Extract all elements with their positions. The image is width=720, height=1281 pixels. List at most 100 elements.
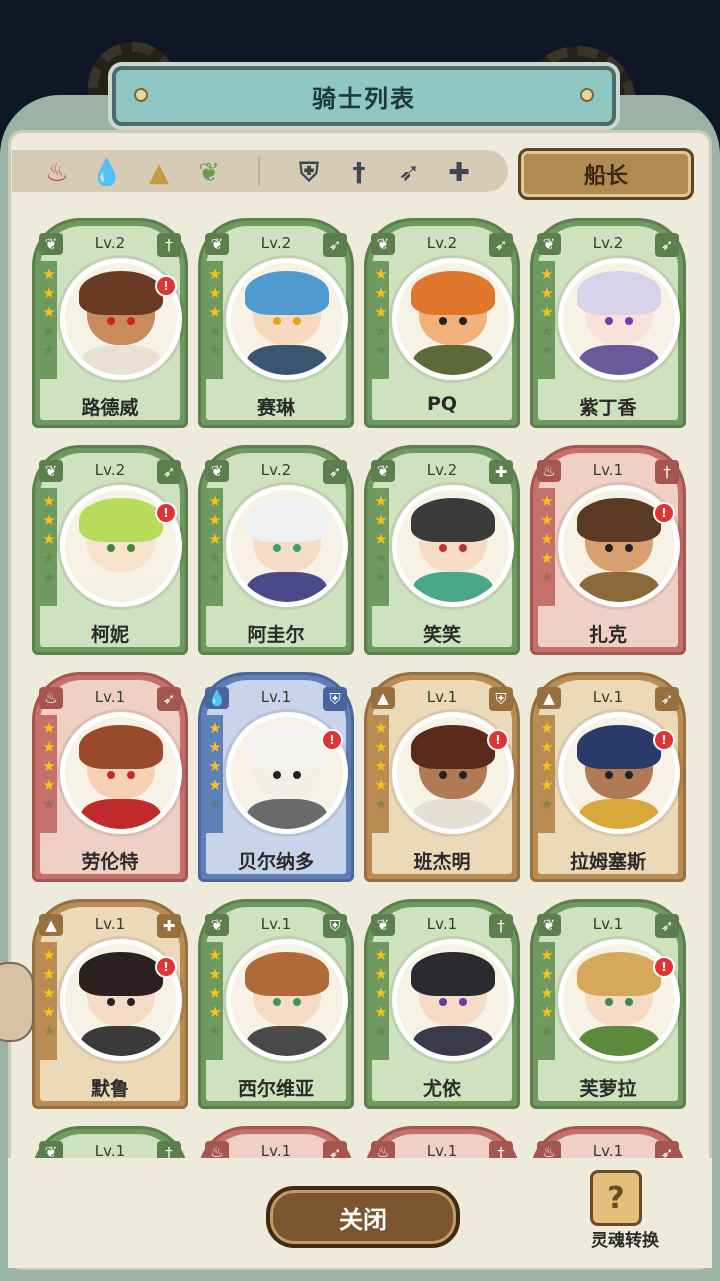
- knight-card[interactable]: ❦ Lv.1 ➶ ★ ★ ★ ★ ★! 芙萝拉: [530, 899, 686, 1109]
- portrait-body: [579, 345, 659, 375]
- portrait-hair: [577, 271, 661, 315]
- knight-card[interactable]: ♨ Lv.1 † ★ ★ ★ ★ ★! 扎克: [530, 445, 686, 655]
- knight-card[interactable]: ▲ Lv.1 ➶ ★ ★ ★ ★ ★! 拉姆塞斯: [530, 672, 686, 882]
- rivet-icon: [580, 88, 594, 102]
- knight-name: 紫丁香: [579, 397, 637, 419]
- filter-leaf-icon[interactable]: ❦: [192, 156, 226, 190]
- star-rating: ★ ★ ★ ★ ★: [539, 719, 555, 813]
- portrait-hair: [577, 725, 661, 769]
- portrait-body: [413, 345, 493, 375]
- knight-card[interactable]: ♨Lv.1➶★★★★★: [530, 1126, 686, 1158]
- star-icon: ★: [374, 757, 388, 775]
- portrait-body: [81, 1026, 161, 1056]
- portrait-eye: [293, 544, 301, 552]
- knight-name: 笑笑: [422, 624, 461, 646]
- shield-class-icon: ⛨: [489, 687, 513, 711]
- star-icon: ★: [540, 984, 554, 1002]
- portrait-eye: [107, 544, 115, 552]
- star-rating: ★ ★ ★ ★ ★: [207, 719, 223, 813]
- knight-card[interactable]: ❦ Lv.2 † ★ ★ ★ ★ ★! 路德威: [32, 218, 188, 428]
- star-icon: ★: [374, 738, 388, 756]
- knight-card[interactable]: ▲ Lv.1 ⛨ ★ ★ ★ ★ ★! 班杰明: [364, 672, 520, 882]
- new-alert-icon: !: [653, 729, 675, 751]
- star-icon: ★: [208, 492, 222, 510]
- knight-name: 阿圭尔: [247, 624, 305, 646]
- soul-convert-icon: ?: [590, 1170, 642, 1226]
- soul-convert-button[interactable]: ? 灵魂转换: [580, 1166, 670, 1256]
- star-icon: ★: [42, 322, 56, 340]
- new-alert-icon: !: [321, 729, 343, 751]
- rivet-icon: [134, 88, 148, 102]
- filter-divider: [258, 156, 260, 186]
- cross-class-icon: ✚: [489, 460, 513, 484]
- filter-bow-icon[interactable]: ➶: [392, 156, 426, 190]
- portrait-hair: [245, 952, 329, 996]
- knight-card[interactable]: ♨Lv.1➶★★★★★: [198, 1126, 354, 1158]
- star-rating: ★ ★ ★ ★ ★: [41, 946, 57, 1040]
- portrait-hair: [79, 952, 163, 996]
- cross-class-icon: ✚: [157, 914, 181, 938]
- knight-card[interactable]: ❦ Lv.2 ➶ ★ ★ ★ ★ ★ 赛琳: [198, 218, 354, 428]
- star-icon: ★: [42, 511, 56, 529]
- star-icon: ★: [374, 984, 388, 1002]
- star-icon: ★: [374, 492, 388, 510]
- page-title: 骑士列表: [312, 84, 416, 113]
- knight-card[interactable]: ♨ Lv.1 ➶ ★ ★ ★ ★ ★ 劳伦特: [32, 672, 188, 882]
- star-icon: ★: [208, 795, 222, 813]
- star-icon: ★: [42, 776, 56, 794]
- knight-card[interactable]: 💧 Lv.1 ⛨ ★ ★ ★ ★ ★! 贝尔纳多: [198, 672, 354, 882]
- portrait-hair: [245, 725, 329, 769]
- filter-water-drop-icon[interactable]: 💧: [90, 156, 124, 190]
- star-rating: ★ ★ ★ ★ ★: [373, 265, 389, 359]
- knight-name: 柯妮: [90, 624, 129, 646]
- portrait-body: [579, 572, 659, 602]
- portrait-body: [247, 1026, 327, 1056]
- filter-sword-icon[interactable]: †: [342, 156, 376, 190]
- new-alert-icon: !: [155, 956, 177, 978]
- portrait-eye: [127, 998, 135, 1006]
- captain-button[interactable]: 船长: [518, 148, 694, 200]
- portrait-eye: [439, 998, 447, 1006]
- knight-name: 西尔维亚: [237, 1078, 314, 1100]
- knight-card[interactable]: ♨Lv.1†★★★★★: [364, 1126, 520, 1158]
- star-icon: ★: [540, 341, 554, 359]
- filter-earth-icon[interactable]: ▲: [142, 156, 176, 190]
- star-rating: ★ ★ ★ ★ ★: [207, 946, 223, 1040]
- portrait-hair: [79, 498, 163, 542]
- portrait-hair: [411, 725, 495, 769]
- knight-name: PQ: [426, 393, 458, 415]
- knight-portrait: [397, 490, 509, 602]
- knight-card[interactable]: ❦ Lv.2 ➶ ★ ★ ★ ★ ★! 柯妮: [32, 445, 188, 655]
- side-avatar-peek[interactable]: [0, 962, 34, 1042]
- knight-card[interactable]: ❦ Lv.2 ➶ ★ ★ ★ ★ ★ 阿圭尔: [198, 445, 354, 655]
- knight-card[interactable]: ▲ Lv.1 ✚ ★ ★ ★ ★ ★! 默鲁: [32, 899, 188, 1109]
- filter-cross-icon[interactable]: ✚: [442, 156, 476, 190]
- star-icon: ★: [42, 265, 56, 283]
- filter-fire-icon[interactable]: ♨: [40, 156, 74, 190]
- knight-card[interactable]: ❦ Lv.1 † ★ ★ ★ ★ ★ 尤依: [364, 899, 520, 1109]
- star-icon: ★: [540, 530, 554, 548]
- knight-name: 芙萝拉: [579, 1078, 637, 1100]
- portrait-hair: [577, 952, 661, 996]
- star-icon: ★: [208, 265, 222, 283]
- star-icon: ★: [540, 776, 554, 794]
- star-icon: ★: [374, 303, 388, 321]
- portrait-eye: [293, 998, 301, 1006]
- filter-shield-icon[interactable]: ⛨: [292, 156, 326, 190]
- bow-class-icon: ➶: [157, 460, 181, 484]
- knight-name: 劳伦特: [81, 851, 139, 873]
- star-icon: ★: [208, 568, 222, 586]
- knight-card[interactable]: ❦ Lv.1 ⛨ ★ ★ ★ ★ ★ 西尔维亚: [198, 899, 354, 1109]
- knight-card[interactable]: ❦ Lv.2 ✚ ★ ★ ★ ★ ★ 笑笑: [364, 445, 520, 655]
- knight-card[interactable]: ❦ Lv.2 ➶ ★ ★ ★ ★ ★ 紫丁香: [530, 218, 686, 428]
- portrait-body: [579, 799, 659, 829]
- star-rating: ★ ★ ★ ★ ★: [207, 492, 223, 586]
- knight-card[interactable]: ❦Lv.1†★★★★★: [32, 1126, 188, 1158]
- star-icon: ★: [208, 284, 222, 302]
- knight-card[interactable]: ❦ Lv.2 ➶ ★ ★ ★ ★ ★ PQ: [364, 218, 520, 428]
- star-icon: ★: [208, 965, 222, 983]
- bow-class-icon: ➶: [157, 687, 181, 711]
- star-icon: ★: [208, 1022, 222, 1040]
- star-icon: ★: [540, 795, 554, 813]
- close-button[interactable]: 关闭: [266, 1186, 460, 1248]
